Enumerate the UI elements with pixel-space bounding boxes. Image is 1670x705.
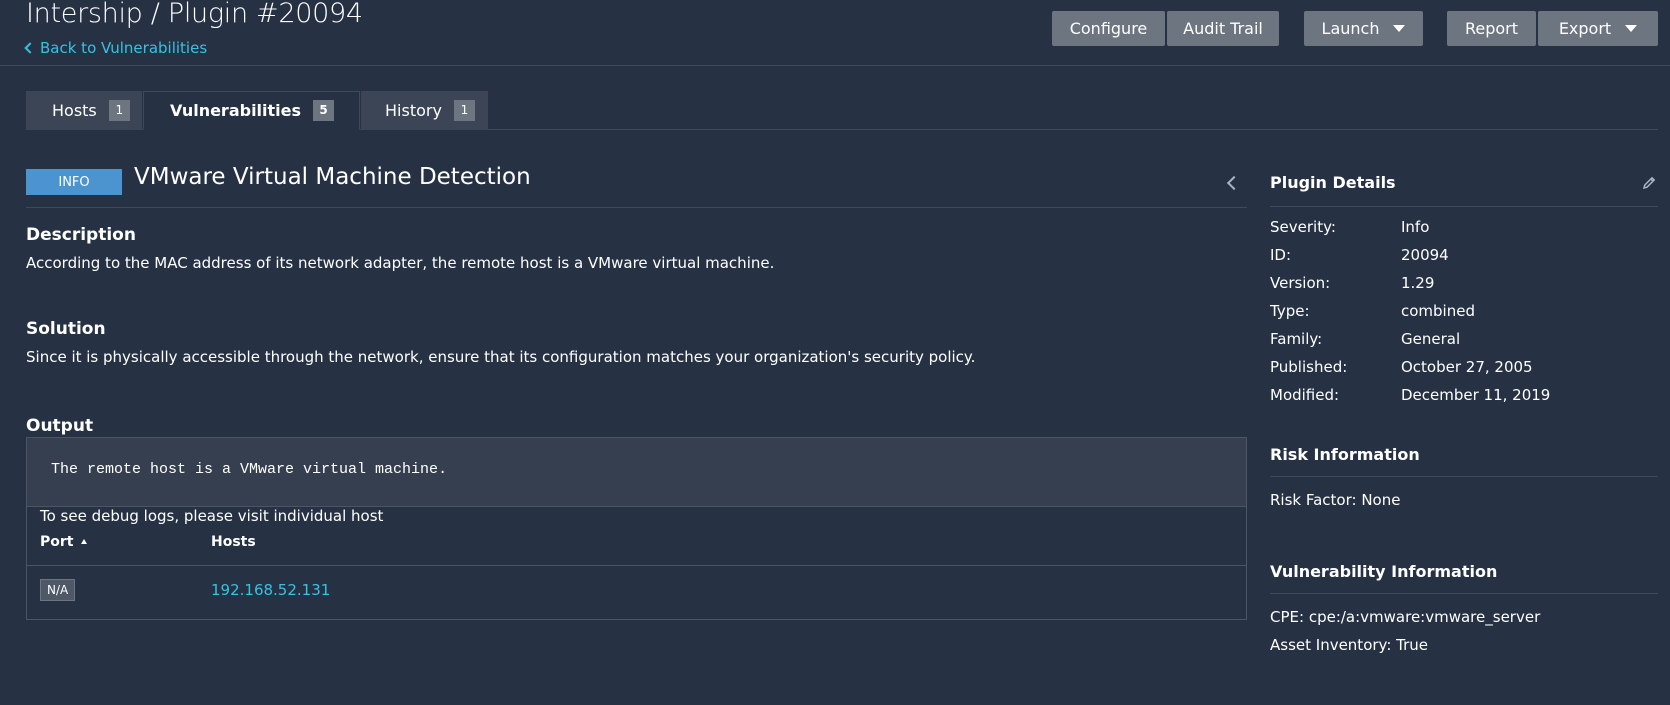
id-value: 20094 — [1401, 246, 1449, 264]
solution-text: Since it is physically accessible throug… — [26, 348, 976, 366]
family-label: Family: — [1270, 330, 1323, 348]
divider — [1270, 593, 1658, 594]
type-value: combined — [1401, 302, 1475, 320]
id-label: ID: — [1270, 246, 1292, 264]
risk-information-heading: Risk Information — [1270, 445, 1420, 464]
modified-label: Modified: — [1270, 386, 1340, 404]
tab-label: Vulnerabilities — [170, 101, 302, 120]
type-label: Type: — [1270, 302, 1310, 320]
modified-value: December 11, 2019 — [1401, 386, 1551, 404]
chevron-left-icon — [24, 42, 36, 54]
vulnerability-title: VMware Virtual Machine Detection — [134, 164, 531, 190]
tab-count-badge: 1 — [108, 100, 130, 121]
port-column-header[interactable]: Port — [40, 534, 88, 550]
solution-heading: Solution — [26, 319, 106, 339]
tab-bar: Hosts 1 Vulnerabilities 5 History 1 — [26, 91, 1658, 130]
severity-value: Info — [1401, 218, 1430, 236]
pencil-icon[interactable] — [1642, 176, 1656, 190]
output-text: The remote host is a VMware virtual mach… — [51, 461, 448, 478]
family-value: General — [1401, 330, 1461, 348]
sort-ascending-icon — [81, 539, 88, 544]
configure-button[interactable]: Configure — [1052, 11, 1165, 46]
collapse-chevron-icon[interactable] — [1226, 175, 1242, 191]
vulnerability-information-heading: Vulnerability Information — [1270, 562, 1498, 581]
tab-label: Hosts — [52, 101, 97, 120]
published-value: October 27, 2005 — [1401, 358, 1533, 376]
divider — [27, 565, 1246, 566]
hosts-column-header[interactable]: Hosts — [211, 534, 256, 550]
tab-label: History — [385, 101, 442, 120]
export-button[interactable]: Export — [1538, 11, 1658, 46]
version-value: 1.29 — [1401, 274, 1435, 292]
page-title: Intership / Plugin #20094 — [26, 0, 363, 29]
severity-badge: INFO — [26, 169, 122, 195]
divider — [1270, 476, 1658, 477]
asset-inventory-text: Asset Inventory: True — [1270, 636, 1429, 654]
port-header-label: Port — [40, 534, 74, 550]
launch-button[interactable]: Launch — [1304, 11, 1423, 46]
cpe-text: CPE: cpe:/a:vmware:vmware_server — [1270, 608, 1541, 626]
divider — [26, 207, 1247, 208]
output-heading: Output — [26, 416, 94, 436]
version-label: Version: — [1270, 274, 1331, 292]
description-heading: Description — [26, 225, 136, 245]
published-label: Published: — [1270, 358, 1348, 376]
description-text: According to the MAC address of its netw… — [26, 254, 775, 272]
tab-hosts[interactable]: Hosts 1 — [26, 91, 142, 130]
back-to-vulnerabilities-link[interactable]: Back to Vulnerabilities — [24, 39, 208, 57]
page-header: Intership / Plugin #20094 Back to Vulner… — [0, 0, 1670, 66]
port-badge: N/A — [40, 579, 76, 601]
host-link[interactable]: 192.168.52.131 — [211, 581, 330, 599]
tab-history[interactable]: History 1 — [361, 91, 488, 130]
risk-factor-text: Risk Factor: None — [1270, 491, 1401, 509]
caret-down-icon — [1625, 25, 1638, 32]
divider — [1270, 206, 1658, 207]
audit-trail-button[interactable]: Audit Trail — [1167, 11, 1279, 46]
export-button-label: Export — [1558, 19, 1612, 38]
debug-note: To see debug logs, please visit individu… — [40, 507, 384, 525]
hosts-table: To see debug logs, please visit individu… — [26, 506, 1247, 620]
report-button[interactable]: Report — [1447, 11, 1536, 46]
tab-vulnerabilities[interactable]: Vulnerabilities 5 — [143, 91, 360, 130]
caret-down-icon — [1393, 25, 1406, 32]
back-link-label: Back to Vulnerabilities — [40, 39, 208, 57]
output-box: The remote host is a VMware virtual mach… — [26, 437, 1247, 507]
tab-count-badge: 5 — [313, 100, 335, 121]
tab-count-badge: 1 — [453, 100, 475, 121]
plugin-details-heading: Plugin Details — [1270, 173, 1396, 192]
launch-button-label: Launch — [1321, 19, 1380, 38]
severity-label: Severity: — [1270, 218, 1336, 236]
